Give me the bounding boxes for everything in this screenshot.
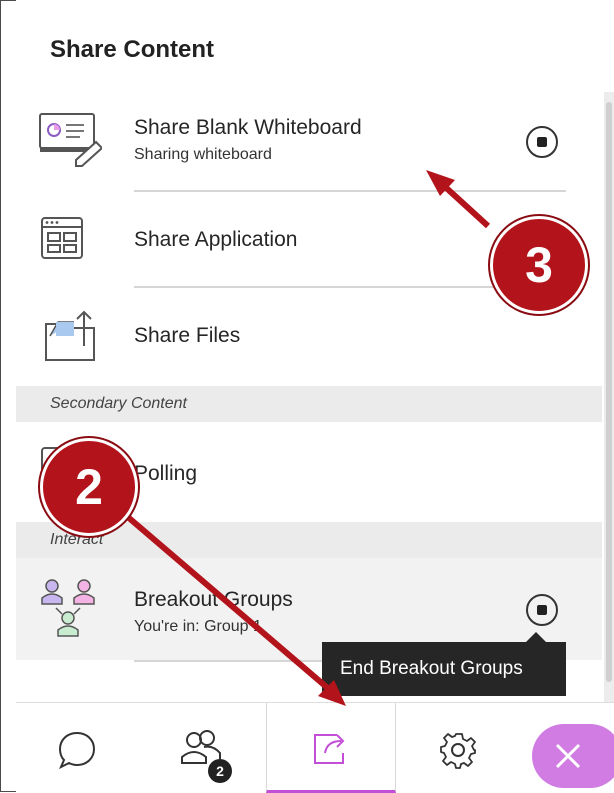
annotation-callout-3: 3 — [490, 216, 588, 314]
annotation-arrows — [120, 170, 491, 706]
annotation-callout-2: 2 — [40, 438, 138, 536]
